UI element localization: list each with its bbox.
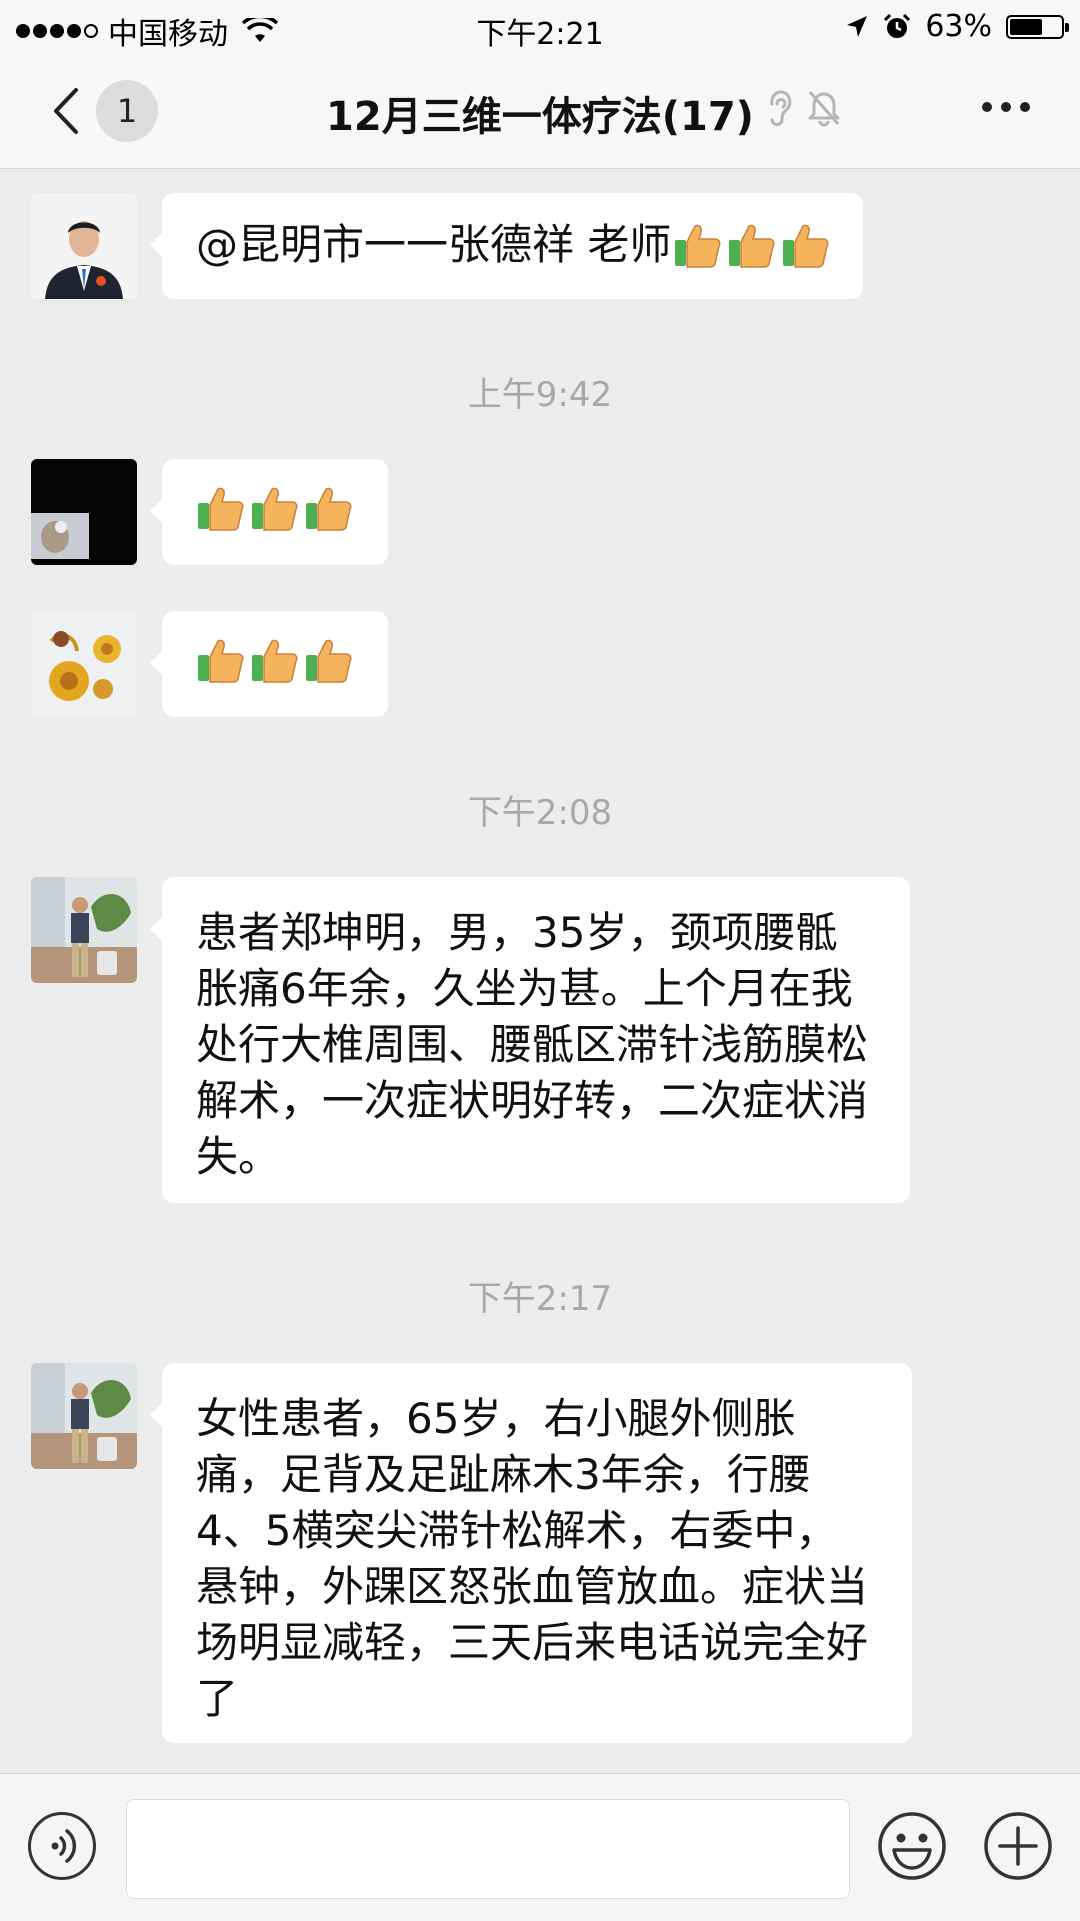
thumbs-up-icon (306, 487, 352, 531)
thumbs-group (673, 220, 829, 270)
avatar-man-suit[interactable] (31, 193, 137, 299)
thumbs-up-icon (729, 224, 775, 268)
avatar-man-standing[interactable] (31, 1363, 137, 1469)
plus-icon[interactable] (982, 1810, 1054, 1882)
chat-messages[interactable]: @昆明市一一张德祥 老师 上午9:42 下午2:08 患者郑坤明，男，35岁，颈… (0, 169, 1080, 1773)
thumbs-group (196, 483, 354, 533)
nav-bar: 1 12月三维一体疗法(17) (0, 54, 1080, 169)
avatar-man-standing[interactable] (31, 877, 137, 983)
battery-icon (1006, 14, 1069, 39)
battery-fill (1010, 18, 1042, 35)
thumbs-up-icon (252, 487, 298, 531)
mute-bell-icon (808, 91, 840, 127)
thumbs-up-icon (306, 639, 352, 683)
message-bubble[interactable]: 女性患者，65岁，右小腿外侧胀痛，足背及足趾麻木3年余，行腰4、5横突尖滞针松解… (150, 1363, 912, 1743)
message-bubble[interactable] (150, 611, 388, 717)
message-text: @昆明市一一张德祥 老师 (196, 220, 672, 269)
status-bar: 中国移动 下午2:21 63% (0, 0, 1080, 54)
location-icon (847, 15, 868, 37)
battery-percent: 63% (925, 9, 992, 44)
voice-icon[interactable] (28, 1812, 96, 1880)
alarm-icon (884, 13, 911, 38)
message-input[interactable] (126, 1799, 850, 1899)
chat-title[interactable]: 12月三维一体疗法(17) (0, 84, 1080, 142)
input-bar (0, 1773, 1080, 1921)
avatar-dark-photo[interactable] (31, 459, 137, 565)
ear-icon (770, 90, 792, 127)
message-bubble[interactable]: @昆明市一一张德祥 老师 (149, 193, 864, 299)
message-text: 患者郑坤明，男，35岁，颈项腰骶胀痛6年余，久坐为甚。上个月在我处行大椎周围、腰… (196, 908, 869, 1181)
thumbs-up-icon (675, 224, 721, 268)
message-bubble[interactable] (150, 459, 388, 565)
avatar-flowers[interactable] (31, 611, 137, 717)
emoji-icon[interactable] (876, 1810, 948, 1882)
timestamp: 上午9:42 (467, 375, 613, 415)
message-text: 女性患者，65岁，右小腿外侧胀痛，足背及足趾麻木3年余，行腰4、5横突尖滞针松解… (196, 1394, 869, 1723)
thumbs-up-icon (783, 224, 829, 268)
more-icon[interactable] (982, 102, 1030, 112)
thumbs-group (196, 635, 354, 685)
thumbs-up-icon (198, 487, 244, 531)
message-bubble[interactable]: 患者郑坤明，男，35岁，颈项腰骶胀痛6年余，久坐为甚。上个月在我处行大椎周围、腰… (150, 877, 910, 1203)
timestamp: 下午2:08 (467, 793, 613, 833)
timestamp: 下午2:17 (467, 1279, 613, 1319)
thumbs-up-icon (198, 639, 244, 683)
thumbs-up-icon (252, 639, 298, 683)
